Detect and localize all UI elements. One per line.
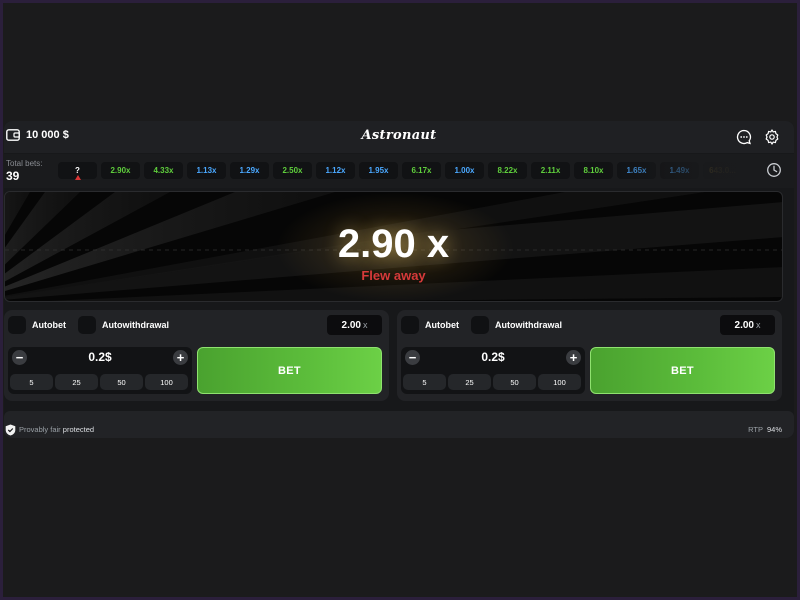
autowithdrawal-multiplier-input[interactable]: 2.00 x: [327, 315, 382, 335]
multiplier-suffix: x: [362, 320, 368, 330]
history-chip: 8.22x: [488, 162, 527, 179]
rtp-label: RTP: [748, 425, 763, 434]
history-chip: 1.95x: [359, 162, 398, 179]
quick-stake-25[interactable]: 25: [448, 374, 491, 390]
provably-fair-status: protected: [62, 425, 95, 434]
quick-stake-5[interactable]: 5: [403, 374, 446, 390]
stake-control: − 0.2$ + 5 25 50 100: [8, 347, 192, 394]
game-app: 10 000 $ Astronaut Total bets: 39 ? 2.90x…: [4, 121, 794, 438]
total-bets-value: 39: [6, 169, 20, 183]
autowithdrawal-label: Autowithdrawal: [495, 320, 562, 330]
history-chip: 1.13x: [187, 162, 226, 179]
autowithdrawal-multiplier-input[interactable]: 2.00 x: [720, 315, 775, 335]
history-chip: 1.49x: [660, 162, 699, 179]
history-chip: 1.00x: [445, 162, 484, 179]
quick-stake-row: 5 25 50 100: [10, 374, 188, 390]
history-chip: 2.50x: [273, 162, 312, 179]
history-chip-current: ?: [58, 162, 97, 180]
history-chip: 6.17x: [402, 162, 441, 179]
history-chip: 1.65x: [617, 162, 656, 179]
round-history: Total bets: 39 ? 2.90x 4.33x 1.13x 1.29x 2.50…: [4, 154, 794, 188]
provably-fair-label: Provably fair: [19, 425, 61, 434]
app-logo: Astronaut: [361, 128, 437, 143]
autobet-checkbox[interactable]: [401, 316, 419, 334]
rtp-value: 94%: [766, 425, 782, 434]
quick-stake-50[interactable]: 50: [100, 374, 143, 390]
bet-button[interactable]: BET: [590, 347, 775, 394]
quick-stake-100[interactable]: 100: [145, 374, 188, 390]
rtp-info: RTP 94%: [748, 425, 782, 434]
current-multiplier: 2.90 x: [337, 222, 450, 266]
history-chip: 2.11x: [531, 162, 570, 179]
history-clock-icon[interactable]: [766, 162, 782, 178]
autobet-label: Autobet: [425, 320, 459, 330]
round-status: Flew away: [361, 268, 426, 283]
quick-stake-100[interactable]: 100: [538, 374, 581, 390]
stake-amount[interactable]: 0.2$: [28, 350, 172, 365]
provably-fair-link[interactable]: Provably fair protected: [19, 425, 94, 434]
quick-stake-row: 5 25 50 100: [403, 374, 581, 390]
history-chip: 643.0...: [703, 162, 742, 179]
auto-toggles: Autobet Autowithdrawal: [401, 316, 562, 334]
stake-control: − 0.2$ + 5 25 50 100: [401, 347, 585, 394]
history-chip: 2.90x: [101, 162, 140, 179]
history-chip: 8.10x: [574, 162, 613, 179]
quick-stake-5[interactable]: 5: [10, 374, 53, 390]
history-chip: 1.12x: [316, 162, 355, 179]
autobet-label: Autobet: [32, 320, 66, 330]
autowithdrawal-checkbox[interactable]: [78, 316, 96, 334]
multiplier-suffix: x: [755, 320, 761, 330]
increase-stake-button[interactable]: +: [566, 350, 581, 365]
top-bar: 10 000 $ Astronaut: [4, 121, 794, 153]
quick-stake-25[interactable]: 25: [55, 374, 98, 390]
history-chip: 1.29x: [230, 162, 269, 179]
total-bets-label: Total bets:: [6, 159, 43, 168]
autowithdrawal-multiplier-value: 2.00: [341, 319, 361, 331]
autowithdrawal-label: Autowithdrawal: [102, 320, 169, 330]
bet-panel-1: Autobet Autowithdrawal 2.00 x − 0.2$ + 5…: [4, 310, 389, 401]
game-canvas: 2.90 x Flew away: [4, 191, 783, 302]
total-bets: Total bets: 39: [6, 159, 42, 183]
gear-icon: [765, 129, 779, 145]
shield-icon: [5, 424, 16, 436]
autowithdrawal-checkbox[interactable]: [471, 316, 489, 334]
chat-icon: [736, 129, 752, 145]
decrease-stake-button[interactable]: −: [405, 350, 420, 365]
footer: Provably fair protected RTP 94%: [4, 421, 794, 438]
chat-button[interactable]: [735, 128, 753, 146]
bet-button[interactable]: BET: [197, 347, 382, 394]
autobet-checkbox[interactable]: [8, 316, 26, 334]
history-chips: ? 2.90x 4.33x 1.13x 1.29x 2.50x 1.12x 1.95x 6.17…: [58, 162, 742, 180]
quick-stake-50[interactable]: 50: [493, 374, 536, 390]
decrease-stake-button[interactable]: −: [12, 350, 27, 365]
stake-amount[interactable]: 0.2$: [421, 350, 565, 365]
bet-panel-2: Autobet Autowithdrawal 2.00 x − 0.2$ + 5…: [397, 310, 782, 401]
history-chip: 4.33x: [144, 162, 183, 179]
settings-button[interactable]: [763, 128, 781, 146]
autowithdrawal-multiplier-value: 2.00: [734, 319, 754, 331]
increase-stake-button[interactable]: +: [173, 350, 188, 365]
auto-toggles: Autobet Autowithdrawal: [8, 316, 169, 334]
